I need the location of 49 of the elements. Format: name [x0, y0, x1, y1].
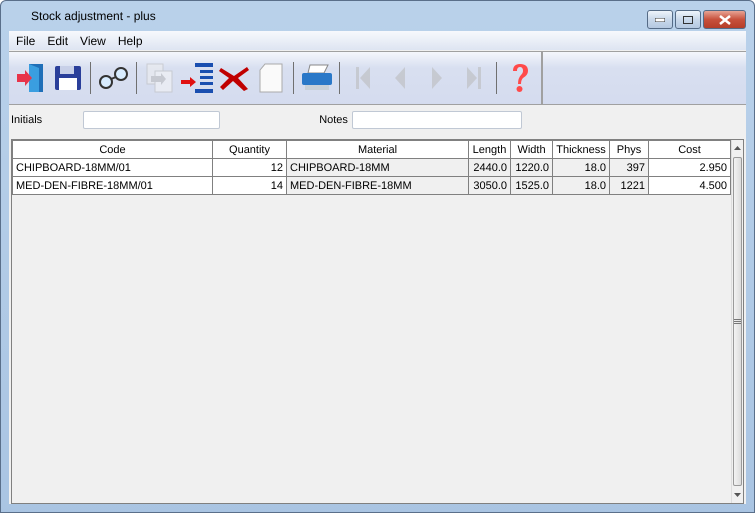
minimize-icon	[655, 18, 665, 22]
copy-icon	[144, 62, 174, 94]
minimize-button[interactable]	[647, 10, 673, 29]
column-header[interactable]: Cost	[648, 140, 730, 158]
table-cell: 2.950	[648, 158, 730, 176]
table-cell: 4.500	[648, 176, 730, 194]
column-header[interactable]: Length	[468, 140, 510, 158]
printer-icon	[300, 63, 334, 93]
scroll-up-icon[interactable]	[734, 146, 741, 150]
maximize-button[interactable]	[675, 10, 701, 29]
field-label: Notes	[319, 114, 348, 126]
table-cell: CHIPBOARD-18MM	[286, 158, 468, 176]
field-label: Initials	[11, 114, 42, 126]
table-cell: 2440.0	[468, 158, 510, 176]
scroll-down-icon[interactable]	[734, 493, 741, 497]
insert-row-icon	[180, 62, 214, 94]
close-button[interactable]	[703, 10, 746, 29]
grip-icon	[734, 319, 741, 324]
column-header[interactable]: Material	[286, 140, 468, 158]
column-header[interactable]: Quantity	[212, 140, 286, 158]
table-cell: MED-DEN-FIBRE-18MM/01	[12, 176, 212, 194]
input-field[interactable]	[352, 111, 522, 129]
table-cell: 1220.0	[510, 158, 552, 176]
window-title: Stock adjustment - plus	[30, 9, 156, 23]
table-cell: 12	[212, 158, 286, 176]
menu-item[interactable]: Edit	[41, 34, 74, 48]
menu-item[interactable]: View	[74, 34, 112, 48]
input-field[interactable]	[83, 111, 220, 129]
table-cell: 18.0	[552, 158, 610, 176]
menu-item[interactable]: File	[10, 34, 42, 48]
scrollbar[interactable]	[731, 140, 743, 503]
column-header[interactable]: Thickness	[552, 140, 610, 158]
close-icon	[718, 14, 730, 24]
table-cell: 3050.0	[468, 176, 510, 194]
table-cell: 18.0	[552, 176, 610, 194]
blank-page-icon	[258, 62, 284, 94]
delete-icon	[218, 64, 250, 92]
table-cell: 1525.0	[510, 176, 552, 194]
table-cell: 397	[610, 158, 648, 176]
table-cell: MED-DEN-FIBRE-18MM	[286, 176, 468, 194]
maximize-icon	[683, 16, 693, 24]
table-cell: 14	[212, 176, 286, 194]
table-cell: 1221	[610, 176, 648, 194]
column-header[interactable]: Phys	[610, 140, 648, 158]
table-cell: CHIPBOARD-18MM/01	[12, 158, 212, 176]
glasses-icon	[96, 65, 130, 91]
column-header[interactable]: Width	[510, 140, 552, 158]
column-header[interactable]: Code	[12, 140, 212, 158]
menu-item[interactable]: Help	[112, 34, 149, 48]
